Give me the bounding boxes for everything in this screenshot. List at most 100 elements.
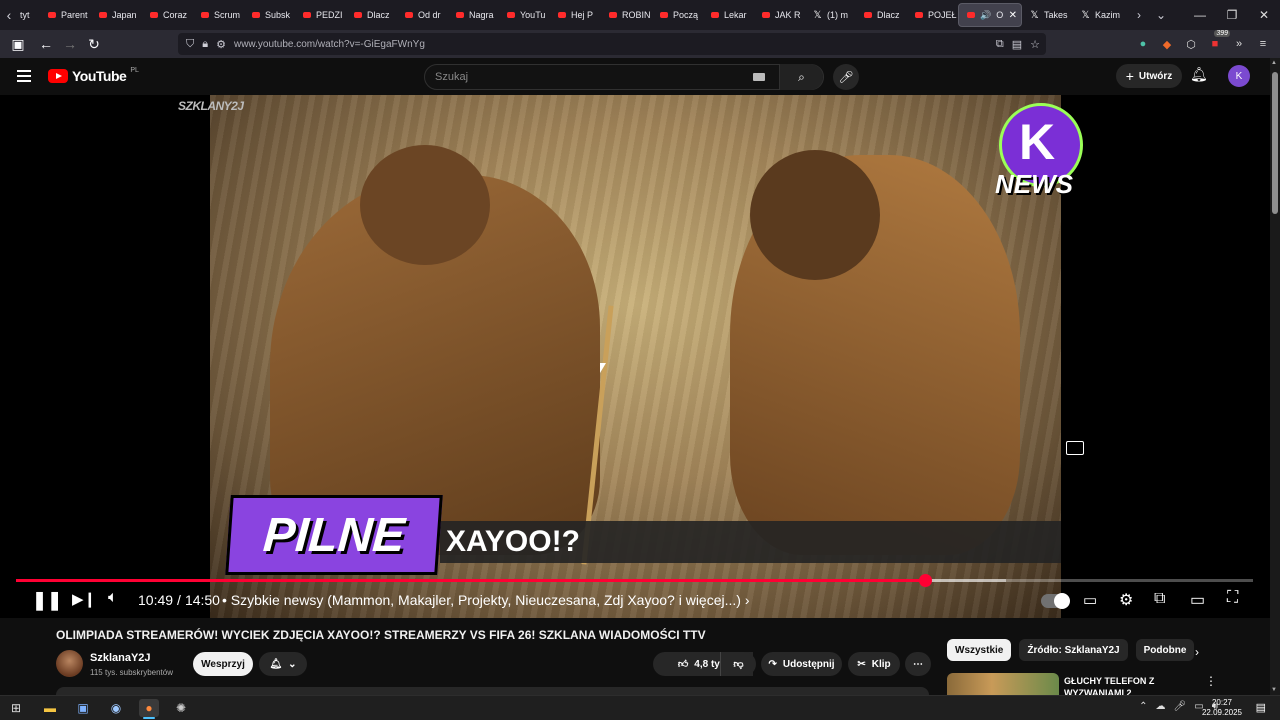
url-bar[interactable]: ⛉ 🔒︎ ⚙ www.youtube.com/watch?v=-GiEgaFWn… bbox=[178, 33, 1046, 55]
browser-tab[interactable]: 𝕏 Kazim bbox=[1073, 0, 1124, 30]
channel-name[interactable]: SzklanaY2J bbox=[90, 652, 151, 664]
channel-avatar[interactable] bbox=[56, 650, 83, 677]
filter-chip[interactable]: Źródło: SzklanaY2J bbox=[1019, 639, 1128, 661]
recommendation-title[interactable]: GŁUCHY TELEFON Z WYZWANIAMI 2 bbox=[1064, 675, 1204, 695]
dislike-button[interactable]: 👎︎ bbox=[720, 652, 756, 676]
video-player[interactable]: SZKLANY2J K NEWS XAYOO!? PILNE ❚❚ ▶❙ 🔈︎ … bbox=[0, 95, 1270, 618]
browser-tab[interactable]: Nagra bbox=[448, 0, 499, 30]
volume-icon[interactable]: 🔈︎ bbox=[108, 589, 118, 607]
onedrive-cloud-icon[interactable]: ☁ bbox=[1156, 701, 1166, 712]
account-avatar[interactable]: K bbox=[1228, 65, 1250, 87]
miniplayer-icon[interactable]: ⧉ bbox=[1154, 590, 1165, 608]
close-tab-icon[interactable]: ✕ bbox=[1009, 10, 1017, 21]
theater-mode-icon[interactable]: ▭ bbox=[1190, 590, 1205, 610]
guide-menu-icon[interactable] bbox=[17, 70, 31, 82]
app-icon[interactable]: ✺ bbox=[171, 699, 191, 717]
next-icon[interactable]: ▶❙ bbox=[72, 590, 96, 608]
microphone-tray-icon[interactable]: 🎤︎ bbox=[1174, 701, 1187, 712]
scrollbar-thumb[interactable] bbox=[1272, 72, 1278, 214]
windows-start-icon[interactable]: ⊞ bbox=[6, 699, 26, 717]
extensions-puzzle-icon[interactable]: ⬡ bbox=[1182, 34, 1200, 54]
sidebar-toggle-icon[interactable]: ▣ bbox=[6, 32, 30, 56]
browser-tab[interactable]: Coraz bbox=[142, 0, 193, 30]
browser-tab[interactable]: Lekar bbox=[703, 0, 754, 30]
search-input[interactable]: Szukaj bbox=[425, 71, 753, 83]
tray-chevron-up-icon[interactable]: ⌃ bbox=[1139, 701, 1147, 712]
keyboard-icon[interactable] bbox=[753, 73, 765, 81]
scroll-up-icon[interactable]: ▲ bbox=[1271, 60, 1277, 66]
file-explorer-icon[interactable]: ▬ bbox=[40, 699, 60, 717]
browser-tab-active[interactable]: 🔊 OL ✕ bbox=[958, 3, 1022, 27]
browser-tab[interactable]: Od dr bbox=[397, 0, 448, 30]
bookmark-star-icon[interactable]: ☆ bbox=[1030, 38, 1040, 51]
close-window-icon[interactable]: ✕ bbox=[1248, 0, 1280, 30]
notifications-bell-icon[interactable]: 🔔︎ bbox=[1190, 66, 1208, 83]
browser-tab[interactable]: ROBIN bbox=[601, 0, 652, 30]
reload-icon[interactable]: ↻ bbox=[82, 32, 106, 56]
settings-gear-icon[interactable]: ⚙HD bbox=[1119, 590, 1133, 610]
speaker-icon[interactable]: 🔊 bbox=[980, 10, 991, 21]
share-button[interactable]: ↷ Udostępnij bbox=[761, 652, 842, 676]
taskbar-clock[interactable]: 20:27 22.09.2025 bbox=[1202, 698, 1242, 718]
youtube-logo[interactable]: YouTube PL bbox=[48, 67, 139, 84]
browser-tab[interactable]: Hej P bbox=[550, 0, 601, 30]
extension-shield-icon[interactable]: ● bbox=[1134, 34, 1152, 54]
firefox-icon[interactable]: ● bbox=[139, 699, 159, 719]
fullscreen-icon[interactable]: ⛶ bbox=[1227, 589, 1238, 607]
notifications-dropdown-button[interactable]: 🔔︎ ⌄ bbox=[259, 652, 307, 676]
browser-tab[interactable]: Scrum bbox=[193, 0, 244, 30]
computer-icon[interactable]: ▣ bbox=[73, 699, 93, 717]
browser-tab[interactable]: YouTu bbox=[499, 0, 550, 30]
reader-view-icon[interactable]: ▤ bbox=[1012, 38, 1022, 51]
browser-tab[interactable]: tyt bbox=[18, 0, 40, 30]
more-vertical-icon[interactable]: ⋮ bbox=[1205, 674, 1217, 688]
chapter-title[interactable]: • Szybkie newsy (Mammon, Makajler, Proje… bbox=[222, 592, 750, 608]
forward-icon[interactable]: → bbox=[58, 32, 82, 56]
lock-icon[interactable]: 🔒︎ bbox=[202, 38, 208, 51]
adblock-icon[interactable]: ■ 399 bbox=[1206, 30, 1230, 54]
minimize-icon[interactable]: — bbox=[1184, 0, 1216, 30]
recommendation-thumbnail[interactable] bbox=[947, 673, 1059, 695]
page-scrollbar[interactable]: ▲ ▼ bbox=[1270, 58, 1280, 695]
progress-bar[interactable] bbox=[16, 574, 1253, 587]
browser-tab[interactable]: Począ bbox=[652, 0, 703, 30]
search-icon[interactable]: ⌕ bbox=[779, 64, 823, 90]
more-actions-button[interactable]: ⋯ bbox=[905, 652, 931, 676]
scroll-down-icon[interactable]: ▼ bbox=[1271, 687, 1277, 693]
steam-icon[interactable]: ◉ bbox=[106, 699, 126, 717]
chips-next-icon[interactable]: › bbox=[1195, 645, 1199, 659]
notification-center-icon[interactable]: ▤ bbox=[1256, 701, 1266, 714]
url-text[interactable]: www.youtube.com/watch?v=-GiEgaFWnYg bbox=[234, 39, 425, 50]
subtitles-icon[interactable]: ▭ bbox=[1083, 591, 1097, 609]
create-button[interactable]: + Utwórz bbox=[1116, 64, 1182, 88]
menu-hamburger-icon[interactable]: ≡ bbox=[1254, 34, 1272, 54]
browser-tab[interactable]: Japan bbox=[91, 0, 142, 30]
browser-tab[interactable]: PEDZI bbox=[295, 0, 346, 30]
picture-in-picture-icon[interactable]: ⧉ bbox=[996, 38, 1004, 51]
browser-tab[interactable]: POJEŁ bbox=[907, 0, 958, 30]
browser-tab[interactable]: JAK R bbox=[754, 0, 805, 30]
microphone-icon[interactable]: 🎤︎ bbox=[833, 64, 859, 90]
filter-chip[interactable]: Podobne bbox=[1135, 639, 1195, 661]
expand-icon[interactable] bbox=[1066, 441, 1084, 455]
clip-button[interactable]: ✂ Klip bbox=[848, 652, 900, 676]
support-button[interactable]: Wesprzyj bbox=[193, 652, 253, 676]
extension-fox-icon[interactable]: ◆ bbox=[1158, 34, 1176, 54]
back-icon[interactable]: ← bbox=[34, 32, 58, 56]
restore-icon[interactable]: ❐ bbox=[1216, 0, 1248, 30]
browser-tab[interactable]: 𝕏 (1) m bbox=[805, 0, 856, 30]
browser-tab[interactable]: 𝕏 Takes bbox=[1022, 0, 1073, 30]
filter-chip[interactable]: Wszystkie bbox=[947, 639, 1012, 661]
shield-icon[interactable]: ⛉ bbox=[186, 38, 194, 51]
overflow-chevron-icon[interactable]: » bbox=[1230, 34, 1248, 54]
autoplay-toggle[interactable] bbox=[1041, 593, 1070, 609]
browser-tab[interactable]: Subsk bbox=[244, 0, 295, 30]
search-box[interactable]: Szukaj ⌕ bbox=[424, 64, 824, 90]
pause-icon[interactable]: ❚❚ bbox=[32, 590, 62, 611]
browser-tab[interactable]: Dlacz bbox=[346, 0, 397, 30]
description-box[interactable] bbox=[56, 687, 929, 695]
browser-tab[interactable]: Dlacz bbox=[856, 0, 907, 30]
tab-list-chevron-down-icon[interactable]: ⌄ bbox=[1150, 8, 1172, 22]
permissions-icon[interactable]: ⚙ bbox=[216, 38, 226, 51]
tab-scroll-right-icon[interactable]: › bbox=[1128, 8, 1150, 22]
